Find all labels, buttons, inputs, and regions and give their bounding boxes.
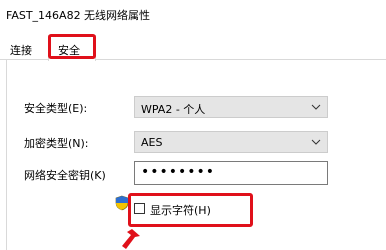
checkbox-highlight-box [128, 193, 253, 227]
title-bar: FAST_146A82 无线网络属性 [0, 0, 386, 30]
encryption-type-value: AES [141, 136, 163, 149]
security-type-value: WPA2 - 个人 [141, 103, 206, 116]
uac-shield-icon [115, 195, 129, 211]
encryption-type-label: 加密类型(N): [24, 137, 89, 150]
window-title: FAST_146A82 无线网络属性 [6, 9, 151, 22]
network-key-field[interactable]: •••••••• [134, 161, 328, 185]
tab-highlight-box [48, 34, 96, 59]
tab-connection[interactable]: 连接 [10, 42, 32, 58]
network-key-label: 网络安全密钥(K) [24, 169, 106, 182]
network-key-value: •••••••• [141, 164, 216, 180]
security-type-label: 安全类型(E): [24, 102, 88, 115]
red-arrow-icon [122, 229, 140, 249]
security-type-dropdown[interactable]: WPA2 - 个人 [134, 96, 328, 118]
encryption-type-dropdown[interactable]: AES [134, 131, 328, 153]
chevron-down-icon [311, 139, 321, 145]
chevron-down-icon [311, 104, 321, 110]
